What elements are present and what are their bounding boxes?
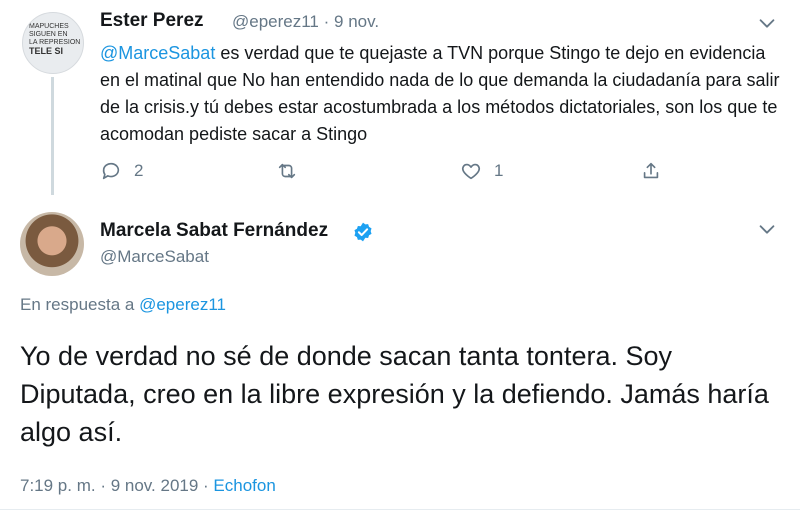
- reply-context: En respuesta a @eperez11: [20, 295, 226, 315]
- meta-separator: ·: [95, 476, 111, 495]
- reply-bubble-icon: [102, 162, 120, 180]
- author-name[interactable]: Ester Perez: [100, 10, 204, 32]
- like-count: 1: [494, 161, 504, 180]
- heart-icon: [461, 163, 481, 180]
- avatar-sign-line: SIGUEN EN: [29, 31, 68, 38]
- chevron-down-icon[interactable]: [756, 218, 778, 240]
- reply-prefix: En respuesta a: [20, 295, 140, 314]
- reply-button[interactable]: 2: [100, 160, 143, 182]
- retweet-icon: [278, 163, 296, 179]
- reply-to-handle[interactable]: @eperez11: [139, 295, 226, 314]
- tweet-source-link[interactable]: Echofon: [213, 476, 275, 495]
- share-icon: [643, 162, 659, 179]
- meta-separator: ·: [323, 12, 330, 31]
- share-button[interactable]: [640, 160, 674, 182]
- avatar-sign-line: TELE SI: [29, 46, 64, 56]
- tweet-meta: @eperez11 · 9 nov.: [232, 12, 379, 32]
- mention-link[interactable]: @MarceSabat: [100, 43, 215, 63]
- tweet-time[interactable]: 7:19 p. m.: [20, 476, 96, 495]
- author-name[interactable]: Marcela Sabat Fernández: [100, 220, 328, 242]
- tweet-text: Yo de verdad no sé de donde sacan tanta …: [20, 341, 769, 447]
- verified-badge-icon: [354, 222, 372, 242]
- tweet-timestamp: 7:19 p. m. · 9 nov. 2019 · Echofon: [20, 476, 276, 496]
- thread-connector-line: [51, 77, 54, 195]
- author-handle[interactable]: @eperez11: [232, 12, 319, 31]
- avatar[interactable]: MAPUCHES SIGUEN EN LA REPRESION TELE SI: [22, 12, 84, 74]
- avatar[interactable]: [20, 212, 84, 276]
- avatar-sign-line: MAPUCHES: [29, 23, 69, 30]
- tweet-actions: 2 1: [100, 160, 700, 188]
- tweet-date[interactable]: 9 nov.: [334, 12, 379, 31]
- tweet-text: @MarceSabat es verdad que te quejaste a …: [100, 40, 780, 148]
- like-button[interactable]: 1: [460, 160, 503, 182]
- tweet-date[interactable]: 9 nov. 2019: [111, 476, 199, 495]
- chevron-down-icon[interactable]: [756, 12, 778, 34]
- author-handle[interactable]: @MarceSabat: [100, 247, 209, 267]
- retweet-button[interactable]: [276, 160, 310, 182]
- divider: [0, 509, 800, 510]
- reply-count: 2: [134, 161, 144, 180]
- meta-separator: ·: [198, 476, 214, 495]
